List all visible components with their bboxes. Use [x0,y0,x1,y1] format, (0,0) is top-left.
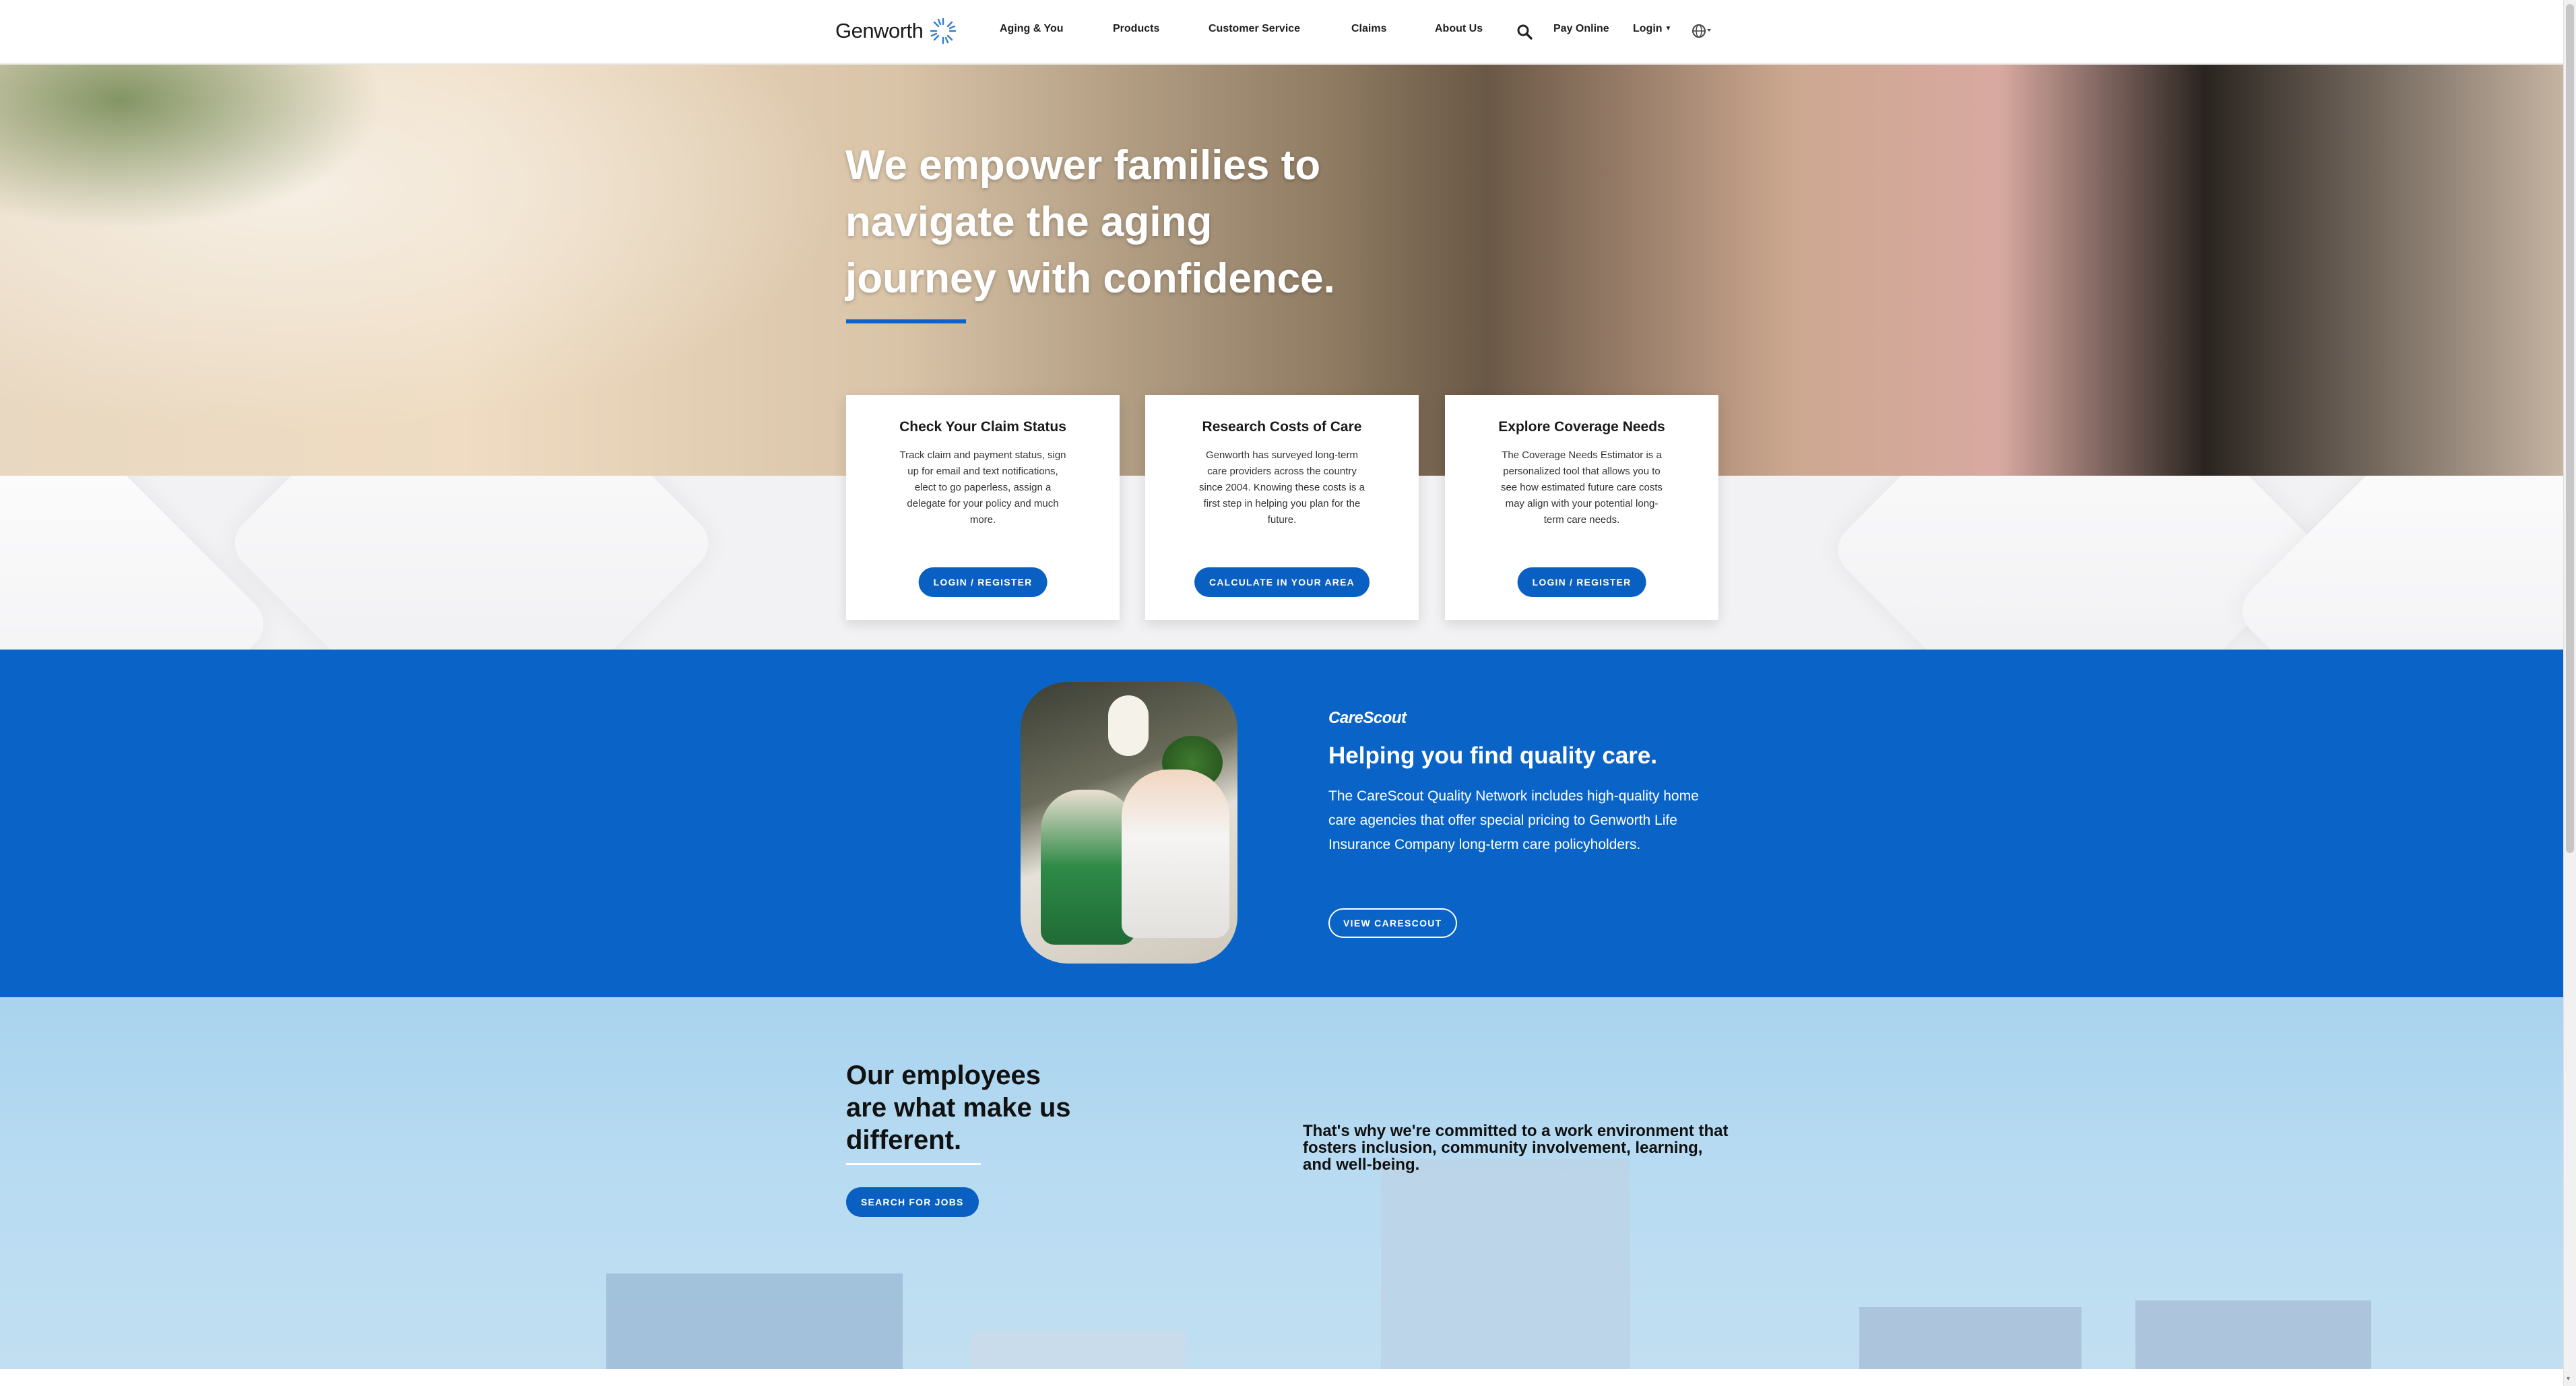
view-carescout-button[interactable]: VIEW CARESCOUT [1328,908,1457,938]
login-register-button[interactable]: LOGIN / REGISTER [918,567,1048,597]
footer-edge [0,1369,2563,1386]
card-body: Track claim and payment status, sign up … [899,449,1066,526]
skyline-building [1381,1159,1630,1369]
card-costs-of-care: Research Costs of Care Genworth has surv… [1145,395,1419,620]
scrollbar-thumb[interactable] [2566,4,2574,853]
nav-login-label: Login [1633,23,1663,34]
skyline-building [1859,1307,2082,1369]
search-for-jobs-button[interactable]: SEARCH FOR JOBS [846,1187,979,1217]
skyline-building [606,1273,903,1369]
search-icon[interactable] [1516,23,1533,40]
nav-claims[interactable]: Claims [1351,23,1386,35]
nav-aging-and-you[interactable]: Aging & You [1000,23,1064,35]
employees-accent-rule [846,1163,981,1165]
photo-person-caregiver [1122,769,1229,938]
card-body: Genworth has surveyed long-term care pro… [1199,449,1365,526]
hero-title: We empower families to navigate the agin… [845,142,1335,302]
card-title: Check Your Claim Status [899,419,1066,435]
deco-shape [0,476,275,650]
scroll-down-icon[interactable]: ▾ [2567,1376,2573,1383]
hero-background-foliage [0,65,404,240]
login-register-button[interactable]: LOGIN / REGISTER [1517,567,1646,597]
caret-down-icon: ▼ [1665,25,1672,32]
skyline-building [970,1331,1186,1369]
carescout-logo: CareScout [1328,709,1407,727]
deco-shape [2231,476,2563,650]
card-title: Research Costs of Care [1202,419,1362,435]
nav-pay-online[interactable]: Pay Online [1553,23,1609,35]
employees-description: That's why we're committed to a work env… [1303,1122,1729,1174]
genworth-logo[interactable]: Genworth [835,16,958,46]
genworth-logo-icon [930,18,957,44]
nav-about-us[interactable]: About Us [1435,23,1483,35]
logo-text: Genworth [835,19,924,42]
skyline-building [2135,1300,2371,1369]
photo-lamp [1108,695,1149,756]
deco-shape [224,476,719,650]
nav-customer-service[interactable]: Customer Service [1209,23,1300,35]
carescout-photo [1021,682,1237,964]
employees-title: Our employees are what make us different… [846,1061,1071,1155]
top-navigation: Genworth Aging & You Products Customer S… [0,0,2563,65]
nav-login[interactable]: Login ▼ [1633,23,1671,35]
nav-products[interactable]: Products [1113,23,1159,35]
page-scrollbar[interactable]: ▾ [2563,0,2576,1386]
card-claim-status: Check Your Claim Status Track claim and … [846,395,1120,620]
card-body: The Coverage Needs Estimator is a person… [1500,449,1663,526]
photo-person-elder [1041,790,1135,945]
carescout-section: CareScout Helping you find quality care.… [0,650,2563,997]
carescout-description: The CareScout Quality Network includes h… [1328,788,1699,852]
hero-accent-rule [846,319,966,323]
globe-icon[interactable] [1691,22,1711,40]
carescout-title: Helping you find quality care. [1328,743,1658,769]
card-coverage-needs: Explore Coverage Needs The Coverage Need… [1445,395,1718,620]
card-title: Explore Coverage Needs [1498,419,1665,435]
calculate-in-your-area-button[interactable]: CALCULATE IN YOUR AREA [1194,567,1370,597]
employees-section: Our employees are what make us different… [0,997,2563,1369]
